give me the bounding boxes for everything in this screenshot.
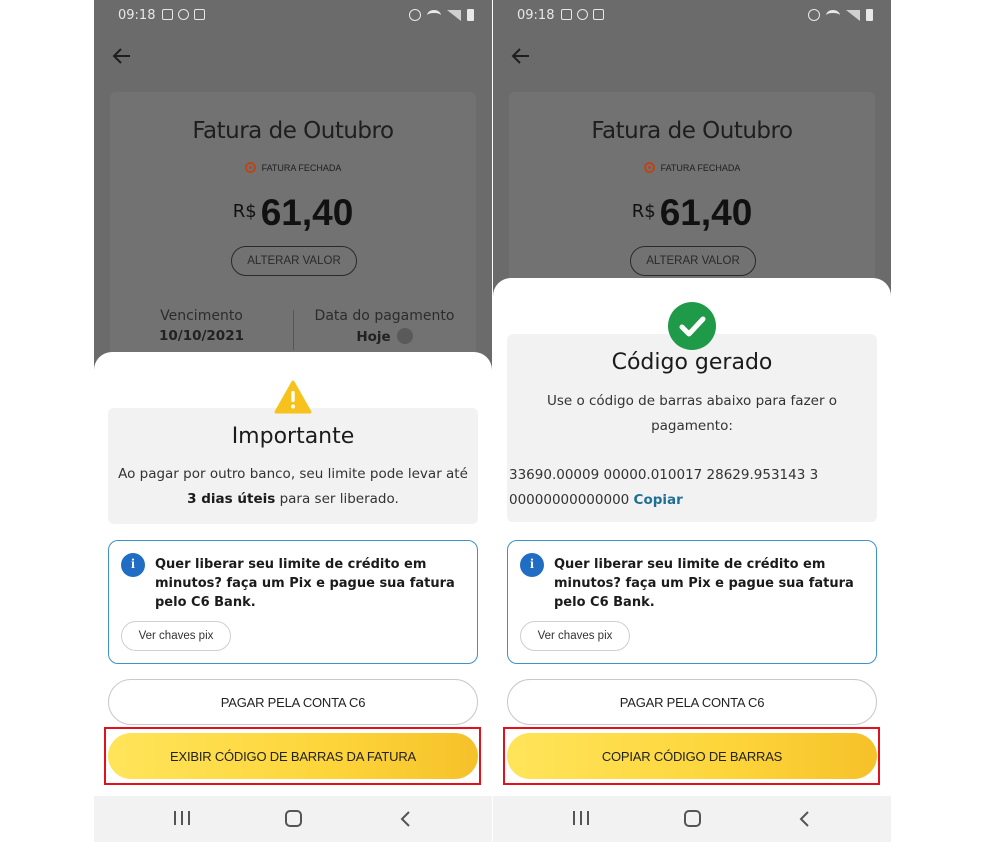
back-arrow-icon[interactable] [110,44,134,68]
system-icons [808,9,873,21]
status-time: 09:18 [118,8,156,23]
sheet-message: Ao pagar por outro banco, seu limite pod… [118,462,468,512]
alarm-icon [409,9,421,21]
status-dot-icon [643,162,655,173]
invoice-status: FATURA FECHADA [110,162,476,173]
status-bar: 09:18 [94,0,492,32]
highlight-annotation [503,727,880,785]
invoice-amount: R$ 61,40 [509,192,875,234]
app-notification-icon [593,9,604,20]
payment-date: Data do pagamento Hoje [293,308,476,345]
pay-c6-account-button[interactable]: PAGAR PELA CONTA C6 [507,679,877,725]
gallery-icon [162,9,173,20]
status-label: FATURA FECHADA [261,162,342,173]
amount-value: 61,40 [659,192,753,233]
highlight-annotation [104,727,481,785]
check-icon [668,302,716,350]
invoice-card: Fatura de Outubro FATURA FECHADA R$ 61,40… [110,92,476,392]
message-bold: 3 dias úteis [187,491,276,507]
gallery-icon [561,9,572,20]
bottom-sheet: Código gerado Use o código de barras aba… [493,278,891,796]
status-dot-icon [244,162,256,173]
due-date: Vencimento 10/10/2021 [110,308,293,344]
copy-link[interactable]: Copiar [634,492,683,508]
payment-date-label: Data do pagamento [314,308,455,324]
status-label: FATURA FECHADA [660,162,741,173]
wifi-icon [427,9,441,21]
signal-icon [447,9,461,21]
status-bar: 09:18 [493,0,891,32]
currency-symbol: R$ [232,201,257,222]
pay-c6-account-button[interactable]: PAGAR PELA CONTA C6 [108,679,478,725]
message-part: para ser liberado. [275,491,399,507]
battery-icon [467,9,474,21]
payment-date-text: Hoje [356,329,391,345]
phone-screen-important: 09:18 Fatura de Outubro FATURA FECHADA R… [94,0,492,842]
due-date-label: Vencimento [160,308,243,324]
signal-icon [846,9,860,21]
alter-value-button[interactable]: ALTERAR VALOR [630,246,756,276]
info-icon: i [121,553,145,577]
invoice-title: Fatura de Outubro [591,118,793,144]
payment-date-value[interactable]: Hoje [293,328,476,345]
phone-screen-code-generated: 09:18 Fatura de Outubro FATURA FECHADA R… [493,0,891,842]
invoice-amount: R$ 61,40 [110,192,476,234]
wifi-icon [826,9,840,21]
edit-icon[interactable] [396,328,413,344]
status-time: 09:18 [517,8,555,23]
system-icons [409,9,474,21]
amount-value: 61,40 [260,192,354,233]
nav-back-icon[interactable] [796,809,814,829]
barcode-number: 33690.00009 00000.010017 28629.953143 3 … [509,463,875,513]
nav-recent-icon[interactable] [174,811,190,825]
whatsapp-icon [178,9,189,20]
currency-symbol: R$ [631,201,656,222]
android-nav-bar [94,796,492,842]
message-part: Ao pagar por outro banco, seu limite pod… [118,466,468,482]
battery-icon [866,9,873,21]
pix-message: Quer liberar seu limite de crédito em mi… [554,557,854,610]
bottom-sheet: Importante Ao pagar por outro banco, seu… [94,352,492,796]
info-icon: i [520,553,544,577]
nav-home-icon[interactable] [684,810,701,827]
notification-icons [561,9,604,20]
sheet-message: Use o código de barras abaixo para fazer… [546,393,838,434]
view-pix-keys-button[interactable]: Ver chaves pix [520,621,630,651]
pix-info-box: i Quer liberar seu limite de crédito em … [108,540,478,664]
nav-back-icon[interactable] [397,809,415,829]
invoice-title: Fatura de Outubro [192,118,394,144]
nav-recent-icon[interactable] [573,811,589,825]
app-notification-icon [194,9,205,20]
sheet-title: Importante [231,424,355,449]
view-pix-keys-button[interactable]: Ver chaves pix [121,621,231,651]
alter-value-button[interactable]: ALTERAR VALOR [231,246,357,276]
pix-message: Quer liberar seu limite de crédito em mi… [155,557,455,610]
nav-home-icon[interactable] [285,810,302,827]
warning-icon [274,380,312,414]
alarm-icon [808,9,820,21]
pix-info-box: i Quer liberar seu limite de crédito em … [507,540,877,664]
invoice-status: FATURA FECHADA [509,162,875,173]
back-arrow-icon[interactable] [509,44,533,68]
android-nav-bar [493,796,891,842]
due-date-value: 10/10/2021 [158,328,244,344]
sheet-title: Código gerado [611,350,773,375]
notification-icons [162,9,205,20]
whatsapp-icon [577,9,588,20]
